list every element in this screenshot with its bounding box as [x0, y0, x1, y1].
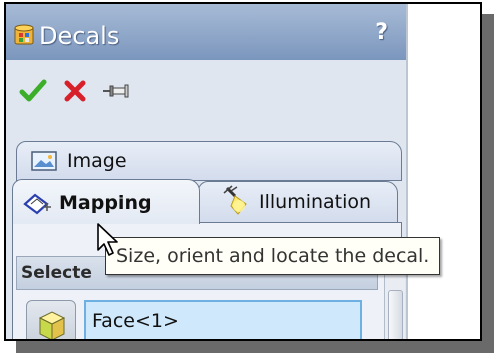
tab-mapping-label: Mapping: [59, 192, 152, 214]
cube-face-icon: [38, 311, 66, 339]
screenshot-frame: Decals ? Image Illumination Mapping Sele…: [4, 2, 482, 341]
checkmark-icon[interactable]: [18, 76, 48, 106]
pushpin-icon[interactable]: [100, 76, 130, 106]
tooltip-text: Size, orient and locate the decal.: [116, 245, 430, 267]
tab-illumination[interactable]: Illumination: [198, 181, 398, 223]
panel-title: Decals: [39, 22, 120, 50]
section-title: Selecte: [21, 263, 92, 283]
tab-image-label: Image: [67, 150, 127, 172]
tab-mapping[interactable]: Mapping: [12, 179, 200, 224]
face-selection-button[interactable]: [26, 300, 76, 339]
mouse-pointer-icon: [97, 223, 118, 256]
tooltip: Size, orient and locate the decal.: [105, 237, 441, 275]
illumination-icon: [223, 185, 247, 215]
scrollbar-thumb[interactable]: [388, 290, 403, 339]
image-icon: [31, 151, 57, 171]
tab-illumination-label: Illumination: [259, 191, 372, 213]
x-icon[interactable]: [60, 76, 90, 106]
help-button[interactable]: ?: [375, 20, 388, 45]
list-item[interactable]: Face<1>: [92, 310, 179, 332]
mapping-icon: [23, 193, 51, 215]
tab-image[interactable]: Image: [16, 141, 402, 181]
decals-property-panel: Decals ? Image Illumination Mapping Sele…: [6, 4, 408, 339]
panel-titlebar: Decals ?: [6, 4, 406, 60]
selected-entities-list[interactable]: Face<1>: [84, 300, 362, 339]
decals-icon: [14, 24, 34, 45]
